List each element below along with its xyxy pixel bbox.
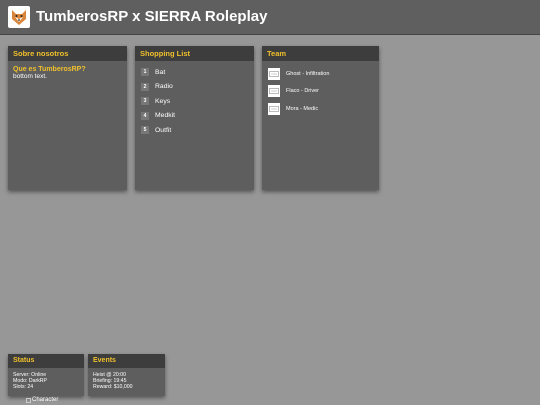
team-member-label: Mora - Medic <box>286 105 319 112</box>
about-panel: Sobre nosotros Que es TumberosRP? bottom… <box>8 46 127 190</box>
item-label: Medkit <box>155 112 176 120</box>
shopping-list-item[interactable]: 3 Keys <box>140 94 249 109</box>
broken-image-icon <box>26 397 31 403</box>
shopping-list-item[interactable]: 2 Radio <box>140 80 249 95</box>
item-label: Radio <box>155 83 173 91</box>
team-member[interactable]: Ghost - Infiltration <box>267 65 374 83</box>
item-number-badge: 1 <box>141 68 149 77</box>
item-label: Bat <box>155 68 166 76</box>
about-heading: Que es TumberosRP? <box>13 66 86 73</box>
character-image-alt: Character <box>32 397 59 403</box>
team-member[interactable]: Mora - Medic <box>267 100 374 118</box>
team-member[interactable]: Flaco - Driver <box>267 83 374 101</box>
item-number-badge: 3 <box>141 97 149 106</box>
shopping-list-item[interactable]: 4 Medkit <box>140 109 249 124</box>
app-title: TumberosRP x SIERRA Roleplay <box>36 8 268 25</box>
event-line: Reward: $10,000 <box>93 384 133 390</box>
team-member-label: Ghost - Infiltration <box>286 70 330 77</box>
team-panel: Team Ghost - Infiltration Flaco - Driver… <box>262 46 379 190</box>
fox-logo-icon <box>8 6 30 28</box>
app-header: TumberosRP x SIERRA Roleplay <box>0 0 540 35</box>
events-panel: Events Heist @ 20:00 Briefing: 19:45 Rew… <box>88 354 165 396</box>
status-line: Slots: 24 <box>13 384 34 390</box>
shopping-list-panel: Shopping List 1 Bat 2 Radio 3 Keys 4 Med… <box>135 46 254 190</box>
shopping-list-item[interactable]: 5 Outfit <box>140 123 249 138</box>
item-label: Outfit <box>155 126 172 134</box>
team-panel-title: Team <box>262 46 379 61</box>
item-number-badge: 2 <box>141 82 149 91</box>
item-label: Keys <box>155 97 171 105</box>
item-number-badge: 4 <box>141 111 149 120</box>
broken-image-icon <box>268 67 280 80</box>
status-panel: Status Server: Online Modo: DarkRP Slots… <box>8 354 84 396</box>
about-panel-title: Sobre nosotros <box>8 46 127 61</box>
status-panel-title: Status <box>8 354 84 368</box>
about-text: bottom text. <box>13 73 47 80</box>
shopping-list-title: Shopping List <box>135 46 254 61</box>
team-member-label: Flaco - Driver <box>286 88 320 95</box>
broken-image-icon <box>268 85 280 98</box>
broken-image-icon <box>268 102 280 115</box>
item-number-badge: 5 <box>141 126 149 135</box>
events-panel-title: Events <box>88 354 165 368</box>
shopping-list-item[interactable]: 1 Bat <box>140 65 249 80</box>
character-image: Character <box>26 397 58 403</box>
